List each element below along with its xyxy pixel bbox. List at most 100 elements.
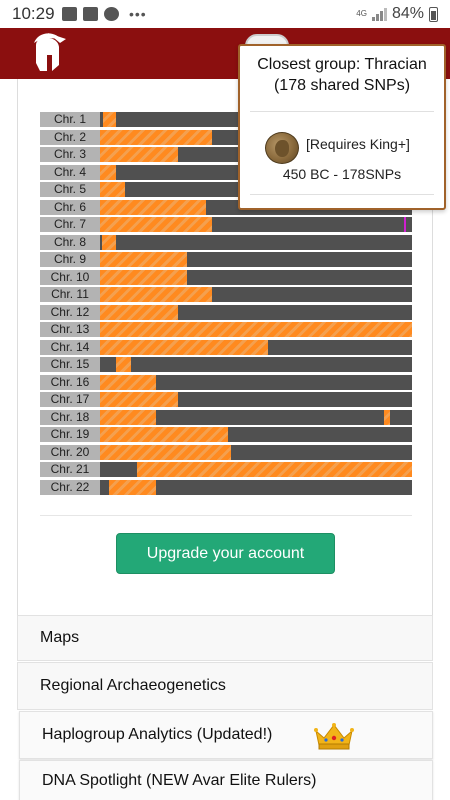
spartan-helmet-logo-icon[interactable] [28, 31, 66, 75]
shared-segment [100, 217, 213, 232]
closest-group-popup: Closest group: Thracian (178 shared SNPs… [238, 44, 446, 210]
chromosome-label: Chr. 22 [40, 479, 100, 495]
shared-segment [100, 392, 178, 407]
chromosome-track [100, 304, 412, 320]
shared-segment [100, 409, 157, 425]
chromosome-track [100, 374, 412, 390]
shared-segment [100, 444, 232, 460]
shared-segment [100, 269, 188, 285]
chromosome-label: Chr. 5 [40, 182, 100, 197]
chromosome-label: Chr. 17 [40, 392, 100, 407]
shared-segment [100, 182, 125, 197]
status-time: 10:29 [12, 4, 55, 23]
chromosome-row: Chr. 11 [40, 287, 412, 302]
chromosome-label: Chr. 13 [40, 322, 100, 337]
popup-divider [250, 111, 434, 112]
crown-icon [314, 723, 354, 750]
chromosome-label: Chr. 16 [40, 374, 100, 390]
chromosome-track [100, 462, 412, 477]
menu-item-haplogroup-analytics[interactable]: Haplogroup Analytics (Updated!) [19, 711, 433, 759]
chromosome-label: Chr. 18 [40, 409, 100, 425]
chromosome-row: Chr. 9 [40, 252, 412, 267]
gallery-icon [62, 7, 77, 21]
shared-segment [100, 304, 178, 320]
system-tray: 4G 84% [356, 5, 438, 23]
chromosome-label: Chr. 10 [40, 269, 100, 285]
shared-segment [383, 409, 391, 425]
chromosome-row: Chr. 15 [40, 357, 412, 372]
ancient-coin-icon [265, 132, 299, 164]
chromosome-row: Chr. 22 [40, 479, 412, 495]
chromosome-row: Chr. 8 [40, 234, 412, 250]
chromosome-track [100, 234, 412, 250]
mail-icon [83, 7, 98, 21]
chromosome-track [100, 252, 412, 267]
more-notifications-icon: ••• [129, 6, 147, 22]
battery-level: 84% [391, 5, 424, 22]
chromosome-label: Chr. 19 [40, 427, 100, 442]
popup-requires-label: [Requires King+] [306, 136, 410, 152]
shared-segment [100, 164, 116, 180]
chromosome-label: Chr. 1 [40, 112, 100, 127]
popup-title-line: Closest group: Thracian [257, 56, 427, 73]
chromosome-track [100, 357, 412, 372]
shared-segment [109, 479, 157, 495]
chromosome-row: Chr. 21 [40, 462, 412, 477]
chromosome-row: Chr. 18 [40, 409, 412, 425]
chromosome-label: Chr. 12 [40, 304, 100, 320]
chromosome-track [100, 479, 412, 495]
facebook-icon [104, 7, 119, 21]
popup-title: Closest group: Thracian (178 shared SNPs… [240, 54, 444, 96]
chromosome-label: Chr. 2 [40, 129, 100, 145]
chromosome-row: Chr. 19 [40, 427, 412, 442]
chromosome-track [100, 444, 412, 460]
chromosome-label: Chr. 15 [40, 357, 100, 372]
chromosome-track [100, 409, 412, 425]
chromosome-row: Chr. 10 [40, 269, 412, 285]
popup-subtitle-line: (178 shared SNPs) [273, 77, 411, 94]
chromosome-label: Chr. 3 [40, 147, 100, 162]
menu-item-dna-spotlight[interactable]: DNA Spotlight (NEW Avar Elite Rulers) [19, 760, 433, 800]
network-type: 4G [356, 9, 367, 18]
shared-segment [101, 234, 116, 250]
chromosome-row: Chr. 12 [40, 304, 412, 320]
chromosome-row: Chr. 20 [40, 444, 412, 460]
chromosome-row: Chr. 13 [40, 322, 412, 337]
chromosome-track [100, 269, 412, 285]
menu-item-label: Haplogroup Analytics (Updated!) [42, 726, 273, 743]
chromosome-track [100, 427, 412, 442]
shared-segment [100, 427, 228, 442]
shared-segment [100, 199, 207, 215]
chromosome-track [100, 287, 412, 302]
menu-item-label: Regional Archaeogenetics [40, 677, 226, 694]
chromosome-track [100, 392, 412, 407]
upgrade-account-button[interactable]: Upgrade your account [116, 533, 335, 574]
notification-icons: ••• [62, 6, 147, 22]
signal-icon [371, 7, 387, 21]
chromosome-row: Chr. 17 [40, 392, 412, 407]
chromosome-label: Chr. 21 [40, 462, 100, 477]
chromosome-label: Chr. 4 [40, 164, 100, 180]
chromosome-label: Chr. 20 [40, 444, 100, 460]
chromosome-row: Chr. 14 [40, 339, 412, 355]
menu-item-regional-archaeogenetics[interactable]: Regional Archaeogenetics [17, 662, 433, 710]
chromosome-label: Chr. 9 [40, 252, 100, 267]
shared-segment [137, 462, 412, 477]
chromosome-label: Chr. 8 [40, 234, 100, 250]
chromosome-track [100, 217, 412, 232]
chromosome-track [100, 322, 412, 337]
shared-segment [115, 357, 132, 372]
chromosome-label: Chr. 11 [40, 287, 100, 302]
popup-date-snps: 450 BC - 178SNPs [282, 166, 402, 182]
shared-segment [100, 339, 269, 355]
divider [40, 515, 412, 516]
shared-segment [100, 374, 157, 390]
chromosome-label: Chr. 7 [40, 217, 100, 232]
menu-item-label: Maps [40, 629, 80, 646]
chromosome-label: Chr. 6 [40, 199, 100, 215]
snp-marker [404, 217, 407, 232]
menu-item-label: DNA Spotlight (NEW Avar Elite Rulers) [42, 771, 317, 789]
menu-item-maps[interactable]: Maps [17, 615, 433, 661]
popup-divider [250, 194, 434, 195]
shared-segment [100, 147, 178, 162]
